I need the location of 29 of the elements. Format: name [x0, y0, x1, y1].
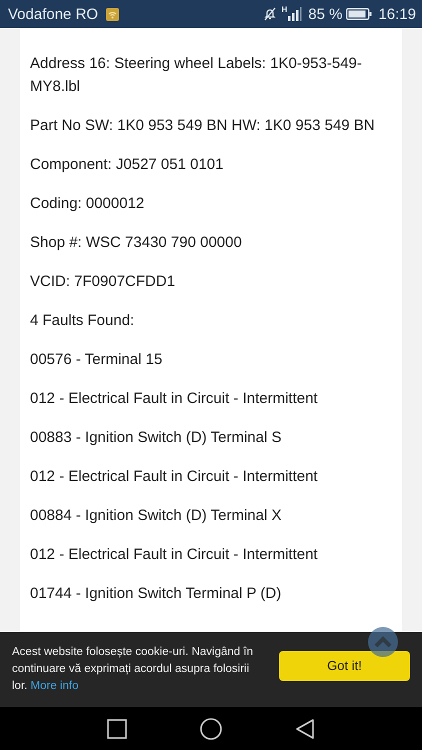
article-paragraph: 01744 - Ignition Switch Terminal P (D): [30, 584, 282, 604]
article-paragraph: 00883 - Ignition Switch (D) Terminal S: [30, 428, 282, 448]
recents-icon[interactable]: [106, 718, 127, 738]
carrier-name: Vodafone RO: [8, 6, 98, 22]
hotspot-icon: [106, 8, 120, 20]
back-icon[interactable]: [295, 718, 316, 738]
article-paragraph: VCID: 7F0907CFDD1: [30, 272, 176, 292]
home-icon[interactable]: [200, 718, 222, 740]
article-paragraph: Part No SW: 1K0 953 549 BN HW: 1K0 953 549 BN: [30, 116, 376, 136]
article-paragraph: 00576 - Terminal 15: [30, 350, 164, 370]
article-paragraph: Shop #: WSC 73430 790 00000: [30, 233, 243, 253]
article-paragraph: Component: J0527 051 0101: [30, 155, 224, 175]
signal-icon: [288, 7, 302, 21]
cookie-message: Acest website folosește cookie-uri. Navigând în continuare vă exprimați acordul asupra folosirii lor. More info: [12, 645, 254, 694]
battery-icon: [346, 8, 372, 20]
network-type: H: [281, 5, 288, 14]
clock-time: 16:19: [378, 6, 416, 22]
got-it-button[interactable]: Got it!: [279, 650, 410, 680]
battery-percent: 85 %: [308, 6, 342, 22]
article-paragraph: 4 Faults Found:: [30, 311, 136, 331]
more-info-link[interactable]: More info: [30, 680, 78, 692]
article-paragraph: Coding: 0000012: [30, 194, 146, 214]
mute-icon: [263, 7, 278, 21]
scroll-top-icon[interactable]: [368, 627, 398, 657]
article-paragraph: 012 - Electrical Fault in Circuit - Intermittent: [30, 467, 319, 487]
article-paragraph: 012 - Electrical Fault in Circuit - Intermittent: [30, 389, 319, 409]
article-paragraph: Address 16: Steering wheel Labels: 1K0-953-549-MY8.lbl: [30, 54, 363, 97]
article-paragraph: 00884 - Ignition Switch (D) Terminal X: [30, 506, 282, 526]
article-paragraph: 012 - Electrical Fault in Circuit - Intermittent: [30, 545, 319, 565]
